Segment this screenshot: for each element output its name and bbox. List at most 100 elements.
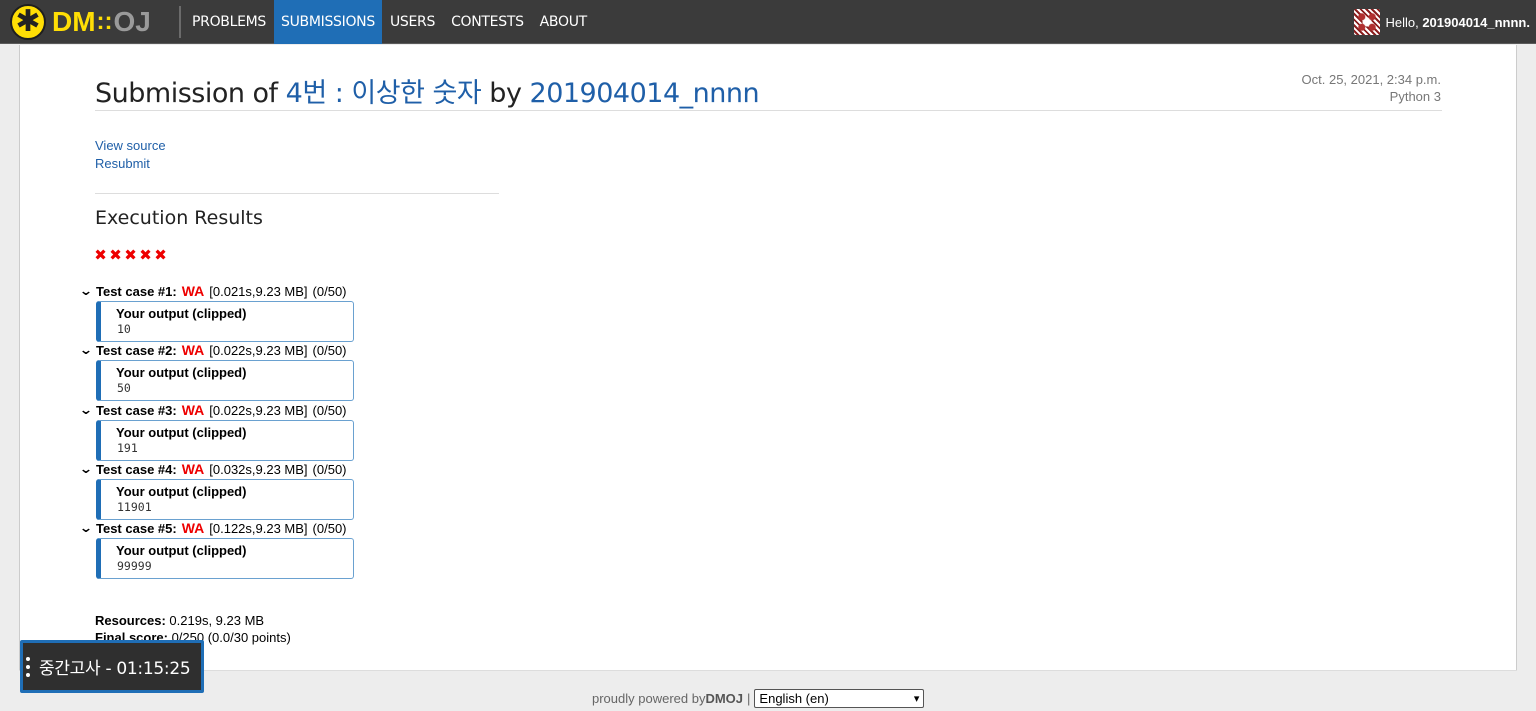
test-case-stats: [0.021s,9.23 MB]	[209, 283, 308, 299]
submission-meta: Oct. 25, 2021, 2:34 p.m. Python 3	[1302, 71, 1441, 105]
test-case-score: (0/50)	[312, 283, 347, 299]
test-case-label: Test case #1:	[96, 283, 177, 299]
output-value: 11901	[117, 500, 152, 514]
resources-label: Resources:	[95, 613, 166, 628]
output-value: 99999	[117, 559, 152, 573]
actions-divider	[95, 193, 499, 194]
navbar: ✱ DM:: OJ PROBLEMS SUBMISSIONS USERS CONT…	[0, 0, 1536, 44]
test-case-label: Test case #3:	[96, 402, 177, 418]
output-box: Your output (clipped) 11901	[96, 479, 354, 520]
test-case: ⌄ Test case #3: WA [0.022s,9.23 MB] (0/5…	[78, 401, 378, 461]
nav-submissions[interactable]: SUBMISSIONS	[274, 0, 382, 44]
submission-actions: View source Resubmit	[95, 137, 166, 173]
submission-date: Oct. 25, 2021, 2:34 p.m.	[1301, 72, 1441, 87]
test-case: ⌄ Test case #2: WA [0.022s,9.23 MB] (0/5…	[78, 341, 378, 401]
test-case-score: (0/50)	[312, 402, 347, 418]
test-case: ⌄ Test case #1: WA [0.021s,9.23 MB] (0/5…	[78, 282, 378, 342]
nav-contests[interactable]: CONTESTS	[443, 0, 532, 44]
main-content: Submission of 4번 : 이상한 숫자 by 201904014_n…	[19, 45, 1517, 670]
logo-asterisk-icon: ✱	[10, 4, 46, 40]
logo-text: DM:: OJ	[52, 6, 151, 38]
execution-results-heading: Execution Results	[95, 207, 263, 229]
test-case-stats: [0.022s,9.23 MB]	[209, 402, 308, 418]
output-box: Your output (clipped) 99999	[96, 538, 354, 579]
nav-menu: PROBLEMS SUBMISSIONS USERS CONTESTS ABOU…	[184, 0, 595, 44]
contest-timer-text: 중간고사 - 01:15:25	[39, 659, 191, 679]
wrong-answer-icon: ✖	[154, 247, 167, 264]
output-label: Your output (clipped)	[116, 484, 247, 499]
test-case-header[interactable]: ⌄ Test case #1: WA [0.021s,9.23 MB] (0/5…	[78, 282, 378, 300]
output-label: Your output (clipped)	[116, 365, 247, 380]
test-case-header[interactable]: ⌄ Test case #5: WA [0.122s,9.23 MB] (0/5…	[78, 519, 378, 537]
test-case-label: Test case #4:	[96, 461, 177, 477]
wrong-answer-icon: ✖	[124, 247, 137, 264]
nav-divider	[179, 6, 181, 38]
test-case-score: (0/50)	[312, 342, 347, 358]
verdict-badge: WA	[181, 402, 205, 418]
test-case-header[interactable]: ⌄ Test case #3: WA [0.022s,9.23 MB] (0/5…	[78, 401, 378, 419]
site-logo[interactable]: ✱ DM:: OJ	[10, 4, 151, 40]
contest-timer[interactable]: 중간고사 - 01:15:25	[20, 640, 204, 693]
nav-users[interactable]: USERS	[382, 0, 443, 44]
test-case-label: Test case #2:	[96, 342, 177, 358]
verdict-badge: WA	[181, 461, 205, 477]
output-value: 50	[117, 381, 131, 395]
resources-line: Resources: 0.219s, 9.23 MB	[95, 612, 291, 629]
test-case-header[interactable]: ⌄ Test case #2: WA [0.022s,9.23 MB] (0/5…	[78, 341, 378, 359]
output-box: Your output (clipped) 50	[96, 360, 354, 401]
submission-language: Python 3	[1389, 89, 1441, 104]
verdict-badge: WA	[181, 520, 205, 536]
nav-problems[interactable]: PROBLEMS	[184, 0, 274, 44]
avatar[interactable]	[1354, 9, 1381, 35]
language-select[interactable]: English (en) ▾	[754, 689, 925, 708]
output-value: 10	[117, 322, 131, 336]
verdict-badge: WA	[181, 342, 205, 358]
title-divider	[95, 110, 1442, 111]
wrong-answer-icon: ✖	[139, 247, 152, 264]
output-label: Your output (clipped)	[116, 306, 247, 321]
user-greeting: Hello, 201904014_nnnn.	[1385, 15, 1530, 30]
test-case: ⌄ Test case #5: WA [0.122s,9.23 MB] (0/5…	[78, 519, 378, 579]
chevron-down-icon[interactable]: ⌄	[76, 461, 97, 477]
chevron-down-icon[interactable]: ⌄	[76, 342, 97, 358]
title-prefix: Submission of	[95, 78, 286, 109]
test-case: ⌄ Test case #4: WA [0.032s,9.23 MB] (0/5…	[78, 460, 378, 520]
chevron-down-icon[interactable]: ⌄	[76, 520, 97, 536]
test-case-stats: [0.122s,9.23 MB]	[209, 520, 308, 536]
user-link[interactable]: 201904014_nnnn	[530, 78, 760, 109]
chevron-down-icon[interactable]: ⌄	[76, 283, 97, 299]
logo-oj: OJ	[113, 6, 151, 37]
case-status-icons: ✖ ✖ ✖ ✖ ✖	[94, 247, 167, 265]
problem-link[interactable]: 4번 : 이상한 숫자	[286, 78, 482, 109]
nav-about[interactable]: ABOUT	[532, 0, 595, 44]
logo-sep: ::	[96, 8, 113, 35]
resubmit-link[interactable]: Resubmit	[95, 155, 166, 173]
drag-handle-icon[interactable]	[23, 656, 33, 677]
resources-value: 0.219s, 9.23 MB	[165, 613, 265, 628]
verdict-badge: WA	[181, 283, 205, 299]
test-case-score: (0/50)	[312, 520, 347, 536]
powered-by-brand: DMOJ	[705, 691, 744, 706]
view-source-link[interactable]: View source	[95, 137, 166, 155]
output-label: Your output (clipped)	[116, 425, 247, 440]
output-label: Your output (clipped)	[116, 543, 247, 558]
powered-by-text: proudly powered by	[592, 691, 706, 706]
test-case-score: (0/50)	[312, 461, 347, 477]
greeting-text: Hello,	[1385, 14, 1423, 30]
test-case-header[interactable]: ⌄ Test case #4: WA [0.032s,9.23 MB] (0/5…	[78, 460, 378, 478]
footer-content: proudly powered by DMOJ | English (en) ▾	[592, 689, 925, 708]
test-case-stats: [0.022s,9.23 MB]	[209, 342, 308, 358]
output-box: Your output (clipped) 10	[96, 301, 354, 342]
page-title: Submission of 4번 : 이상한 숫자 by 201904014_n…	[95, 71, 760, 110]
title-mid: by	[481, 78, 530, 109]
username: 201904014_nnnn.	[1422, 14, 1530, 30]
chevron-down-icon: ▾	[913, 693, 920, 705]
language-select-value: English (en)	[759, 691, 829, 706]
output-box: Your output (clipped) 191	[96, 420, 354, 461]
chevron-down-icon[interactable]: ⌄	[76, 402, 97, 418]
test-case-stats: [0.032s,9.23 MB]	[209, 461, 308, 477]
user-menu[interactable]: Hello, 201904014_nnnn.	[1354, 0, 1530, 44]
output-value: 191	[117, 441, 138, 455]
footer: proudly powered by DMOJ | English (en) ▾	[19, 670, 1517, 711]
footer-pipe: |	[747, 691, 751, 706]
